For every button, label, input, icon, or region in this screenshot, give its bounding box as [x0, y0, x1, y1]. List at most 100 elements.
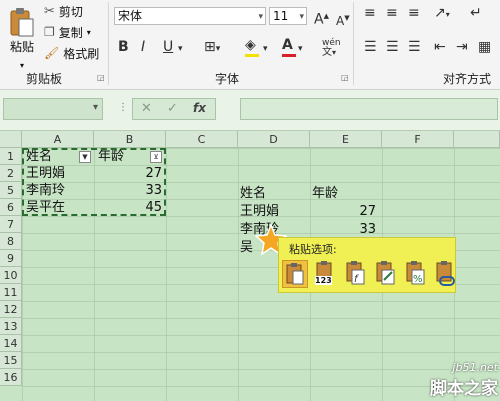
italic-button[interactable]: I [141, 38, 145, 56]
row-header[interactable]: 1 [0, 148, 22, 165]
column-header[interactable]: A [22, 131, 94, 148]
border-icon: ⊞ [204, 39, 216, 55]
copy-dropdown-icon[interactable]: ▾ [87, 28, 91, 37]
paste-button[interactable]: 粘贴 [4, 2, 40, 60]
paste-formatting-button[interactable]: % [402, 260, 428, 288]
clipboard-link-icon [436, 261, 455, 286]
column-header[interactable]: E [310, 131, 382, 148]
decrease-indent-icon[interactable]: ⇤ [434, 38, 446, 56]
orientation-icon[interactable]: ↗▾ [434, 4, 450, 24]
increase-indent-icon[interactable]: ⇥ [456, 38, 468, 56]
phonetic-icon: 文 [322, 47, 332, 58]
border-button[interactable]: ⊞▾ [204, 38, 220, 58]
font-group-label: 字体 [215, 72, 240, 86]
row-header[interactable]: 7 [0, 216, 22, 233]
ribbon: 粘贴 ▾ ✂ 剪切 ❐ 复制 ▾ 🖌 格式刷 剪贴板 ◲ 宋体 ▾ 11 ▾ A… [0, 0, 500, 90]
underline-dropdown[interactable]: ▾ [178, 40, 183, 58]
clipboard-formula-icon: f [346, 261, 365, 285]
copy-label: 复制 [58, 25, 83, 40]
pasted-age-2[interactable]: 33 [310, 221, 376, 238]
row-header[interactable]: 14 [0, 335, 22, 352]
align-left-icon[interactable]: ☰ [364, 38, 377, 56]
namebox-resize-icon[interactable]: ⋮ [118, 102, 128, 113]
row-header[interactable]: 10 [0, 267, 22, 284]
merge-cells-icon[interactable]: ▦ [478, 38, 491, 56]
grow-font-button[interactable]: A▲ [314, 7, 329, 29]
select-all-corner[interactable] [0, 131, 22, 148]
align-top-icon[interactable]: ≡ [364, 4, 376, 22]
pasted-header-name[interactable]: 姓名 [240, 185, 266, 202]
underline-button[interactable]: U [163, 38, 173, 56]
fill-color-button[interactable]: ◈ [245, 36, 259, 57]
row-header[interactable]: 11 [0, 284, 22, 301]
cut-button[interactable]: ✂ 剪切 [44, 2, 83, 20]
font-launcher-icon[interactable]: ◲ [341, 73, 349, 82]
separator [108, 2, 109, 85]
clipboard-transpose-icon [376, 261, 395, 285]
align-bottom-icon[interactable]: ≡ [408, 4, 420, 22]
row-header[interactable]: 15 [0, 352, 22, 369]
paste-formulas-button[interactable]: f [342, 260, 368, 288]
paste-keep-source-button[interactable] [282, 260, 308, 288]
paste-transpose-button[interactable] [372, 260, 398, 288]
font-size-value: 11 [273, 9, 289, 23]
row-header[interactable]: 5 [0, 182, 22, 199]
shrink-font-button[interactable]: A▼ [336, 9, 350, 30]
pasted-age-1[interactable]: 27 [310, 203, 376, 220]
wrap-text-icon[interactable]: ↵ [470, 4, 482, 22]
font-color-button[interactable]: A [282, 36, 296, 57]
clipboard-launcher-icon[interactable]: ◲ [97, 73, 105, 82]
font-color-swatch [282, 54, 296, 57]
name-box[interactable]: ▾ [3, 98, 103, 120]
watermark-url: jb51.net [452, 361, 498, 374]
alignment-group-label: 对齐方式 [443, 72, 492, 86]
font-color-dropdown[interactable]: ▾ [298, 40, 303, 58]
row-header[interactable]: 8 [0, 233, 22, 250]
font-name-select[interactable]: 宋体 ▾ [114, 7, 266, 25]
fill-color-dropdown[interactable]: ▾ [263, 40, 268, 58]
align-center-icon[interactable]: ☰ [386, 38, 399, 56]
font-size-select[interactable]: 11 ▾ [269, 7, 307, 25]
paste-dropdown[interactable]: ▾ [16, 60, 28, 70]
paste-label: 粘贴 [9, 39, 34, 54]
column-header[interactable]: C [166, 131, 238, 148]
watermark-brand: 脚本之家 [430, 379, 498, 399]
cancel-icon[interactable]: ✕ [141, 101, 152, 116]
copy-button[interactable]: ❐ 复制 ▾ [44, 23, 91, 41]
clipboard-percent-icon: % [406, 261, 425, 285]
paintbrush-icon: 🖌 [44, 46, 60, 60]
align-middle-icon[interactable]: ≡ [386, 4, 398, 22]
format-painter-button[interactable]: 🖌 格式刷 [44, 44, 99, 62]
insert-function-icon[interactable]: fx [193, 101, 206, 115]
scissors-icon: ✂ [44, 3, 55, 19]
cut-label: 剪切 [58, 4, 83, 19]
watermark: jb51.net 脚本之家 [430, 361, 498, 399]
bold-button[interactable]: B [118, 38, 129, 56]
enter-icon[interactable]: ✓ [167, 101, 178, 116]
pasted-name-3[interactable]: 吴 [240, 239, 253, 256]
paste-link-button[interactable] [432, 260, 458, 288]
column-header[interactable]: D [238, 131, 310, 148]
phonetic-button[interactable]: wén 文▾ [322, 38, 341, 58]
paste-options-title: 粘贴选项: [289, 243, 337, 256]
pasted-name-1[interactable]: 王明娟 [240, 203, 279, 220]
chevron-down-icon: ▾ [258, 12, 263, 22]
paste-values-button[interactable]: 123 [312, 260, 338, 288]
pasted-header-age[interactable]: 年龄 [312, 185, 338, 202]
paint-bucket-icon: ◈ [245, 37, 256, 53]
row-header[interactable]: 2 [0, 165, 22, 182]
clipboard-group-label: 剪贴板 [26, 72, 63, 86]
column-header[interactable]: B [94, 131, 166, 148]
row-header[interactable]: 16 [0, 369, 22, 386]
fill-color-swatch [245, 54, 259, 57]
paste-options-popup: 粘贴选项: 123 f % [278, 237, 456, 293]
separator [353, 2, 354, 85]
row-header[interactable]: 6 [0, 199, 22, 216]
row-header[interactable]: 12 [0, 301, 22, 318]
column-header[interactable]: F [382, 131, 454, 148]
row-header[interactable]: 9 [0, 250, 22, 267]
formula-input[interactable] [240, 98, 498, 120]
chevron-down-icon[interactable]: ▾ [93, 102, 98, 113]
row-header[interactable]: 13 [0, 318, 22, 335]
align-right-icon[interactable]: ☰ [408, 38, 421, 56]
